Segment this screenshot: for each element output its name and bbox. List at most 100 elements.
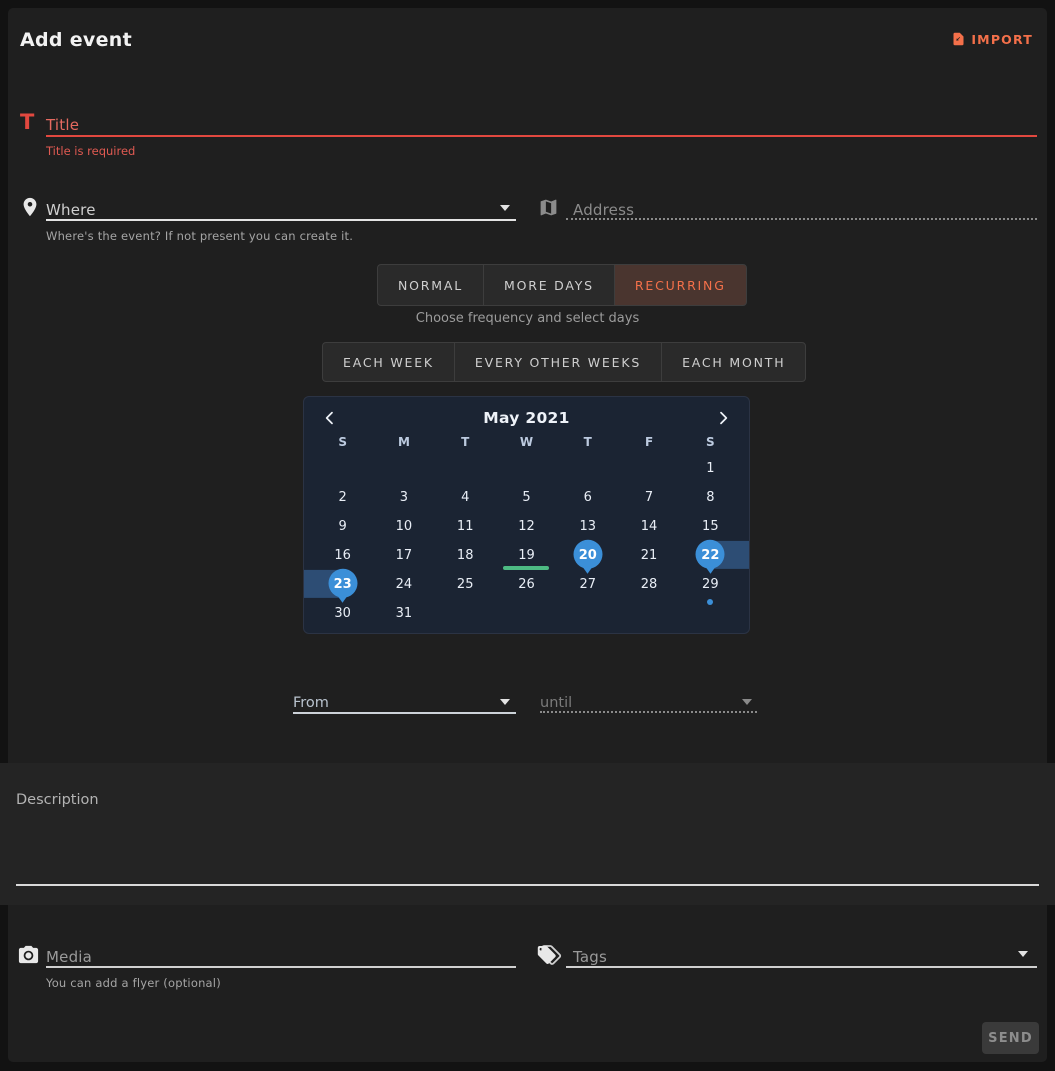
import-file-icon: [951, 30, 966, 48]
calendar-day[interactable]: 26: [496, 570, 557, 599]
calendar-week-row: 1: [312, 454, 741, 483]
calendar-day[interactable]: 17: [373, 541, 434, 570]
calendar-day[interactable]: 9: [312, 512, 373, 541]
frequency-option-each-week[interactable]: EACH WEEK: [323, 343, 455, 381]
tags-icon: [536, 944, 562, 966]
calendar-day[interactable]: 8: [680, 483, 741, 512]
calendar-empty-cell: [557, 454, 618, 483]
tags-underline: [566, 966, 1037, 968]
calendar-day[interactable]: 29: [680, 570, 741, 599]
calendar-empty-cell: [496, 599, 557, 628]
where-helper-text: Where's the event? If not present you ca…: [46, 229, 353, 243]
calendar-weekday-header: M: [373, 431, 434, 454]
frequency-option-each-month[interactable]: EACH MONTH: [662, 343, 805, 381]
calendar-month-label: May 2021: [483, 409, 569, 427]
calendar-day-number: 13: [579, 519, 596, 534]
calendar-day[interactable]: 7: [618, 483, 679, 512]
calendar-week-row: 2 3 45 6 7 8: [312, 483, 741, 512]
date-picker-calendar: May 2021 SMTWTFS 12345678910111213141516…: [303, 396, 750, 634]
from-dropdown-arrow[interactable]: [500, 699, 510, 705]
calendar-day-number: 19: [518, 548, 535, 563]
until-time-select[interactable]: until: [540, 695, 572, 711]
calendar-weekday-header: S: [680, 431, 741, 454]
calendar-day[interactable]: 3: [373, 483, 434, 512]
calendar-day[interactable]: 16: [312, 541, 373, 570]
calendar-week-row: 30 31: [312, 599, 741, 628]
calendar-prev-month-icon[interactable]: [318, 406, 342, 430]
calendar-day-headers: SMTWTFS: [312, 431, 741, 454]
send-button[interactable]: SEND: [982, 1022, 1039, 1054]
calendar-next-month-icon[interactable]: [711, 406, 735, 430]
description-underline: [16, 884, 1039, 886]
calendar-day-number: 8: [706, 490, 714, 505]
calendar-day[interactable]: 28: [618, 570, 679, 599]
media-input[interactable]: Media: [46, 948, 92, 966]
calendar-empty-cell: [373, 454, 434, 483]
frequency-options: EACH WEEKEVERY OTHER WEEKSEACH MONTH: [322, 342, 806, 382]
calendar-day[interactable]: 14: [618, 512, 679, 541]
calendar-day[interactable]: 19: [496, 541, 557, 570]
calendar-weekday-header: W: [496, 431, 557, 454]
calendar-day-number: 3: [400, 490, 408, 505]
calendar-day-number: 31: [396, 606, 413, 621]
location-pin-icon: [19, 196, 41, 218]
where-select[interactable]: Where: [46, 201, 96, 219]
event-mode-tabs: NORMALMORE DAYSRECURRING: [377, 264, 747, 306]
title-error-text: Title is required: [46, 144, 135, 158]
calendar-week-row: 910 11 12 13 1415: [312, 512, 741, 541]
where-underline: [46, 219, 516, 221]
address-input[interactable]: Address: [573, 201, 634, 219]
calendar-day-number: 30: [334, 606, 351, 621]
title-field-icon: T: [20, 110, 34, 134]
from-time-select[interactable]: From: [293, 695, 329, 711]
calendar-empty-cell: [557, 599, 618, 628]
import-button[interactable]: IMPORT: [951, 30, 1033, 48]
until-dropdown-arrow[interactable]: [742, 699, 752, 705]
calendar-day[interactable]: 23: [312, 570, 373, 599]
calendar-weekday-header: F: [618, 431, 679, 454]
calendar-day[interactable]: 5: [496, 483, 557, 512]
calendar-day[interactable]: 2: [312, 483, 373, 512]
calendar-day[interactable]: 4: [435, 483, 496, 512]
calendar-day[interactable]: 13: [557, 512, 618, 541]
calendar-day[interactable]: 11: [435, 512, 496, 541]
title-input[interactable]: Title: [46, 116, 79, 134]
calendar-day[interactable]: 27: [557, 570, 618, 599]
calendar-day[interactable]: 1: [680, 454, 741, 483]
calendar-day[interactable]: 22: [680, 541, 741, 570]
add-event-dialog: Add event IMPORT T Title Title is requir…: [0, 0, 1055, 1071]
calendar-day-number: 18: [457, 548, 474, 563]
calendar-day-number: 25: [457, 577, 474, 592]
calendar-day-number: 6: [584, 490, 592, 505]
calendar-day[interactable]: 18: [435, 541, 496, 570]
calendar-day[interactable]: 20: [557, 541, 618, 570]
tags-dropdown-arrow[interactable]: [1018, 951, 1028, 957]
camera-icon: [17, 944, 40, 967]
calendar-day[interactable]: 12: [496, 512, 557, 541]
calendar-day-number: 12: [518, 519, 535, 534]
calendar-empty-cell: [435, 454, 496, 483]
calendar-day-number: 7: [645, 490, 653, 505]
description-input[interactable]: Description: [16, 792, 99, 808]
tab-recurring[interactable]: RECURRING: [615, 265, 746, 305]
calendar-day[interactable]: 21: [618, 541, 679, 570]
calendar-day[interactable]: 24: [373, 570, 434, 599]
calendar-day[interactable]: 31: [373, 599, 434, 628]
calendar-day[interactable]: 30: [312, 599, 373, 628]
tags-select[interactable]: Tags: [573, 948, 607, 966]
calendar-day[interactable]: 15: [680, 512, 741, 541]
frequency-option-every-other-weeks[interactable]: EVERY OTHER WEEKS: [455, 343, 662, 381]
address-underline: [566, 218, 1037, 220]
calendar-day-number: 11: [457, 519, 474, 534]
calendar-day-number: 23: [334, 577, 352, 592]
map-icon: [538, 197, 559, 218]
title-underline: [46, 135, 1037, 137]
tab-more-days[interactable]: MORE DAYS: [484, 265, 615, 305]
tab-normal[interactable]: NORMAL: [378, 265, 484, 305]
calendar-week-row: 1617 18 19 202122: [312, 541, 741, 570]
calendar-day-number: 27: [579, 577, 596, 592]
calendar-day[interactable]: 25: [435, 570, 496, 599]
calendar-day[interactable]: 10: [373, 512, 434, 541]
calendar-day[interactable]: 6: [557, 483, 618, 512]
where-dropdown-arrow[interactable]: [500, 205, 510, 211]
